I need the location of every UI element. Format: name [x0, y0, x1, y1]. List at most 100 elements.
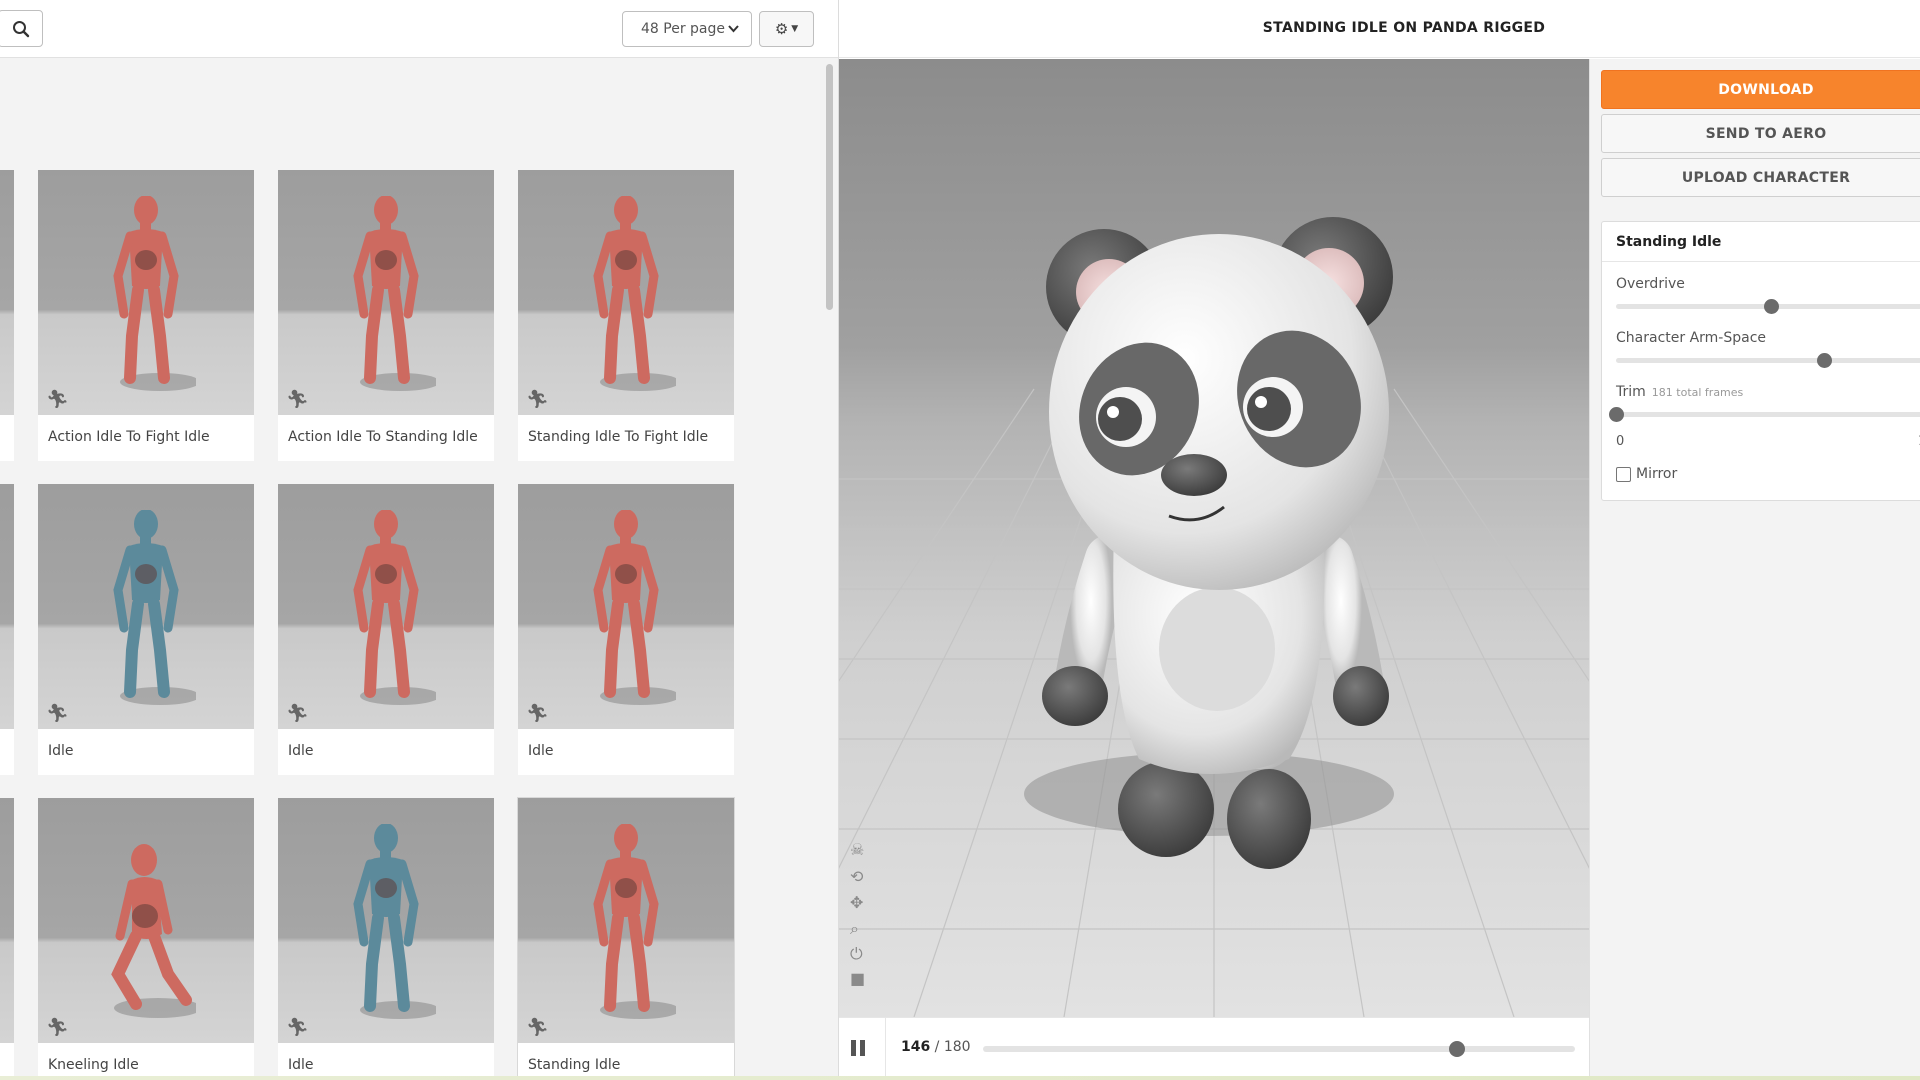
- animation-label: Idle: [528, 743, 554, 759]
- timeline-handle[interactable]: [1448, 1041, 1465, 1057]
- animation-label: Idle: [288, 1057, 314, 1073]
- pan-icon[interactable]: ✥: [850, 895, 863, 911]
- figure-icon: [113, 196, 196, 391]
- figure-icon: [593, 510, 676, 705]
- frame-separator: /: [930, 1039, 944, 1055]
- animation-label: Standing Idle To Fight Idle: [528, 429, 709, 445]
- animation-card[interactable]: 🏃︎ Kneeling Idle: [38, 798, 254, 1080]
- send-to-aero-button[interactable]: SEND TO AERO: [1601, 114, 1920, 153]
- trim-hint: 181 total frames: [1651, 386, 1744, 399]
- animation-card[interactable]: 🏃︎ Idle: [278, 798, 494, 1080]
- upload-character-button[interactable]: UPLOAD CHARACTER: [1601, 158, 1920, 197]
- running-figure-icon: 🏃︎: [286, 703, 309, 724]
- chevron-down-icon: [728, 25, 739, 33]
- animation-card[interactable]: 🏃︎ Standing Idle To Fight Idle: [518, 170, 734, 461]
- rotate-icon[interactable]: ⟲: [850, 869, 863, 885]
- mirror-option[interactable]: Mirror: [1616, 466, 1677, 482]
- mirror-label: Mirror: [1636, 466, 1678, 482]
- animation-label: Standing Idle: [528, 1057, 621, 1073]
- animation-thumbnail: 🏃︎: [38, 170, 254, 415]
- animation-card[interactable]: 🏃︎ Action Idle To Fight Idle: [38, 170, 254, 461]
- running-figure-icon: 🏃︎: [286, 1017, 309, 1038]
- animation-thumbnail: 🏃︎: [278, 170, 494, 415]
- timeline-slider[interactable]: [983, 1041, 1575, 1057]
- figure-icon: [353, 824, 436, 1019]
- trim-start-handle[interactable]: [1609, 407, 1624, 422]
- animation-label: Kneeling Idle: [48, 1057, 139, 1073]
- animation-settings-box: Standing Idle Overdrive Character Arm-Sp…: [1601, 221, 1920, 501]
- search-icon: [12, 20, 29, 37]
- partial-card[interactable]: [0, 170, 14, 461]
- animation-grid: 🏃︎ Action Idle To Fight Idle 🏃︎ Action Idl…: [0, 58, 820, 1080]
- pause-button[interactable]: [851, 1040, 867, 1056]
- zoom-icon[interactable]: ⌕: [850, 921, 859, 937]
- animation-thumbnail: 🏃︎: [518, 484, 734, 729]
- browser-toolbar: 48 Per page ⚙ ▼: [0, 0, 838, 58]
- animation-card[interactable]: 🏃︎ Idle: [518, 484, 734, 775]
- trim-start-value: 0: [1616, 434, 1625, 449]
- download-button[interactable]: DOWNLOAD: [1601, 70, 1920, 109]
- running-figure-icon: 🏃︎: [286, 389, 309, 410]
- skull-icon[interactable]: ☠: [850, 842, 864, 858]
- camera-icon[interactable]: ■: [850, 971, 865, 987]
- frame-counter: 146 / 180: [901, 1039, 971, 1055]
- mirror-checkbox[interactable]: [1616, 466, 1631, 482]
- animation-thumbnail: 🏃︎: [278, 484, 494, 729]
- viewer-header: STANDING IDLE ON PANDA RIGGED: [839, 0, 1920, 58]
- animation-thumbnail: 🏃︎: [38, 798, 254, 1043]
- partial-card[interactable]: [0, 484, 14, 775]
- animation-name: Standing Idle: [1602, 222, 1920, 262]
- overdrive-label: Overdrive: [1616, 276, 1685, 292]
- animation-card[interactable]: 🏃︎ Standing Idle: [517, 797, 735, 1080]
- grid-scrollbar[interactable]: [822, 58, 836, 1080]
- reset-icon[interactable]: ⏻: [850, 946, 863, 962]
- bottom-accent-line: [0, 1076, 1920, 1080]
- scrollbar-thumb[interactable]: [826, 64, 833, 310]
- animation-label: Idle: [48, 743, 74, 759]
- partial-card[interactable]: [0, 798, 14, 1080]
- trim-label: Trim 181 total frames: [1616, 384, 1743, 400]
- running-figure-icon: 🏃︎: [46, 1017, 69, 1038]
- total-frames: 180: [943, 1039, 971, 1055]
- current-frame: 146: [901, 1039, 931, 1055]
- animation-browser: 48 Per page ⚙ ▼ 🏃︎ Action Idle To Fight I…: [0, 0, 838, 1080]
- playback-bar: 146 / 180: [839, 1017, 1589, 1076]
- settings-dropdown-button[interactable]: ⚙ ▼: [759, 11, 814, 47]
- animation-thumbnail: 🏃︎: [518, 170, 734, 415]
- per-page-select[interactable]: 48 Per page: [622, 11, 752, 47]
- animation-settings-panel: DOWNLOAD SEND TO AERO UPLOAD CHARACTER S…: [1589, 59, 1920, 1080]
- animation-thumbnail: 🏃︎: [518, 798, 734, 1043]
- animation-label: Idle: [288, 743, 314, 759]
- running-figure-icon: 🏃︎: [46, 389, 69, 410]
- trim-label-text: Trim: [1616, 384, 1646, 400]
- running-figure-icon: 🏃︎: [526, 703, 549, 724]
- animation-label: Action Idle To Fight Idle: [48, 429, 210, 445]
- caret-down-icon: ▼: [791, 24, 799, 34]
- figure-icon: [593, 824, 676, 1019]
- running-figure-icon: 🏃︎: [526, 389, 549, 410]
- overdrive-handle[interactable]: [1764, 299, 1779, 314]
- animation-card[interactable]: 🏃︎ Action Idle To Standing Idle: [278, 170, 494, 461]
- viewer-title: STANDING IDLE ON PANDA RIGGED: [1262, 20, 1546, 36]
- figure-icon: [353, 196, 436, 391]
- animation-card[interactable]: 🏃︎ Idle: [278, 484, 494, 775]
- arm-space-handle[interactable]: [1816, 353, 1832, 368]
- figure-icon: [113, 510, 196, 705]
- overdrive-slider[interactable]: [1616, 299, 1920, 314]
- running-figure-icon: 🏃︎: [526, 1017, 549, 1038]
- running-figure-icon: 🏃︎: [46, 703, 69, 724]
- animation-card[interactable]: 🏃︎ Idle: [38, 484, 254, 775]
- 3d-viewport[interactable]: ☠ ⟲ ✥ ⌕ ⏻ ■: [839, 59, 1589, 1017]
- animation-thumbnail: 🏃︎: [38, 484, 254, 729]
- figure-icon: [593, 196, 676, 391]
- search-button[interactable]: [0, 10, 43, 47]
- per-page-value: 48 Per page: [641, 21, 725, 37]
- kneeling-figure-icon: [111, 844, 196, 1018]
- trim-slider[interactable]: [1609, 407, 1920, 422]
- arm-space-label: Character Arm-Space: [1616, 330, 1767, 346]
- animation-thumbnail: 🏃︎: [278, 798, 494, 1043]
- arm-space-slider[interactable]: [1616, 353, 1920, 368]
- animation-label: Action Idle To Standing Idle: [288, 429, 478, 445]
- panda-scene: [839, 217, 1589, 1017]
- figure-icon: [353, 510, 436, 705]
